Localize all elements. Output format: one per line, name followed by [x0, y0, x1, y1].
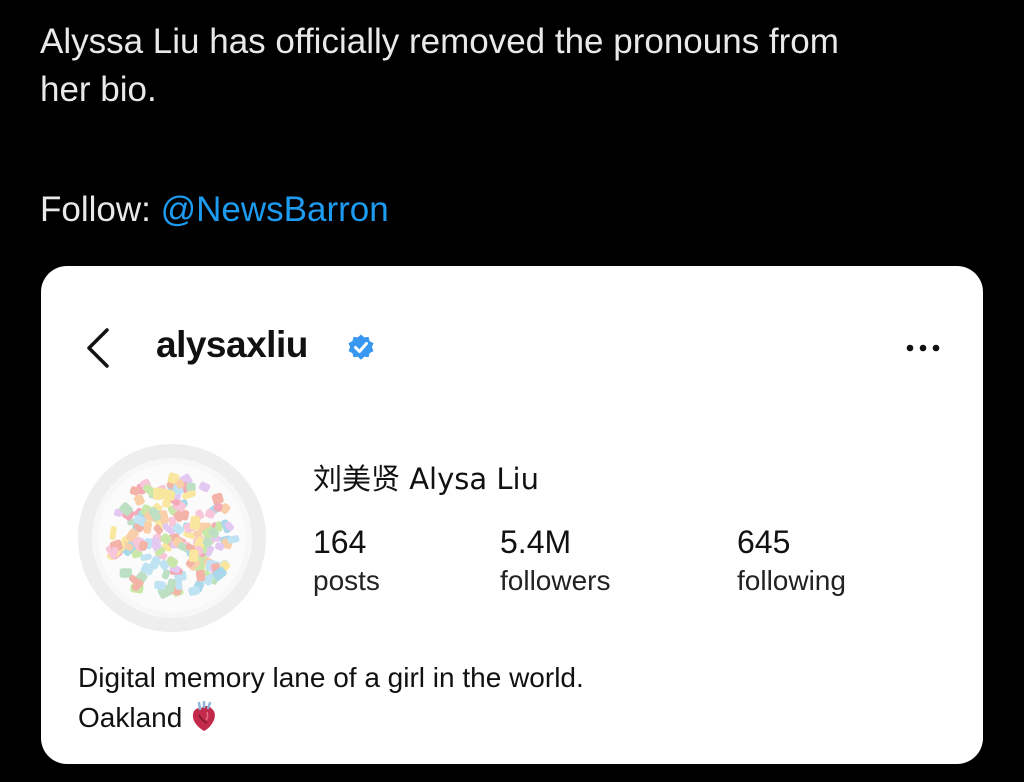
stat-posts-value: 164: [313, 524, 367, 560]
cereal-bowl-image: [78, 444, 266, 632]
more-dots-icon[interactable]: [903, 342, 943, 354]
display-name: 刘美贤 Alysa Liu: [313, 462, 539, 496]
chevron-left-icon[interactable]: [83, 326, 113, 370]
stat-posts-label: posts: [313, 565, 380, 596]
anatomical-heart-icon: [193, 701, 216, 731]
tweet-text-line-1: Alyssa Liu has officially removed the pr…: [40, 22, 839, 61]
verified-badge-icon: [348, 334, 374, 360]
stat-followers[interactable]: 5.4M followers: [500, 524, 610, 602]
profile-username: alysaxliu: [156, 324, 308, 365]
tweet-text: Alyssa Liu has officially removed the pr…: [40, 18, 1000, 114]
bio-location: Oakland: [78, 702, 183, 733]
stat-following-value: 645: [737, 524, 791, 560]
stat-following-label: following: [737, 565, 846, 596]
avatar[interactable]: [78, 444, 266, 632]
mention-link[interactable]: @NewsBarron: [161, 190, 389, 229]
profile-bio: Digital memory lane of a girl in the wor…: [78, 658, 584, 738]
follow-label: Follow:: [40, 190, 161, 229]
stat-followers-label: followers: [500, 565, 611, 596]
follow-line: Follow: @NewsBarron: [40, 186, 389, 234]
tweet-text-line-2: her bio.: [40, 70, 157, 109]
stat-followers-value: 5.4M: [500, 524, 572, 560]
attached-screenshot[interactable]: alysaxliu 刘美贤 Alysa Liu 164 posts 5.4M f…: [41, 266, 983, 764]
stat-following[interactable]: 645 following: [737, 524, 846, 602]
stat-posts[interactable]: 164 posts: [313, 524, 380, 602]
bio-line-1: Digital memory lane of a girl in the wor…: [78, 662, 584, 693]
bio-line-2: Oakland: [78, 698, 584, 738]
